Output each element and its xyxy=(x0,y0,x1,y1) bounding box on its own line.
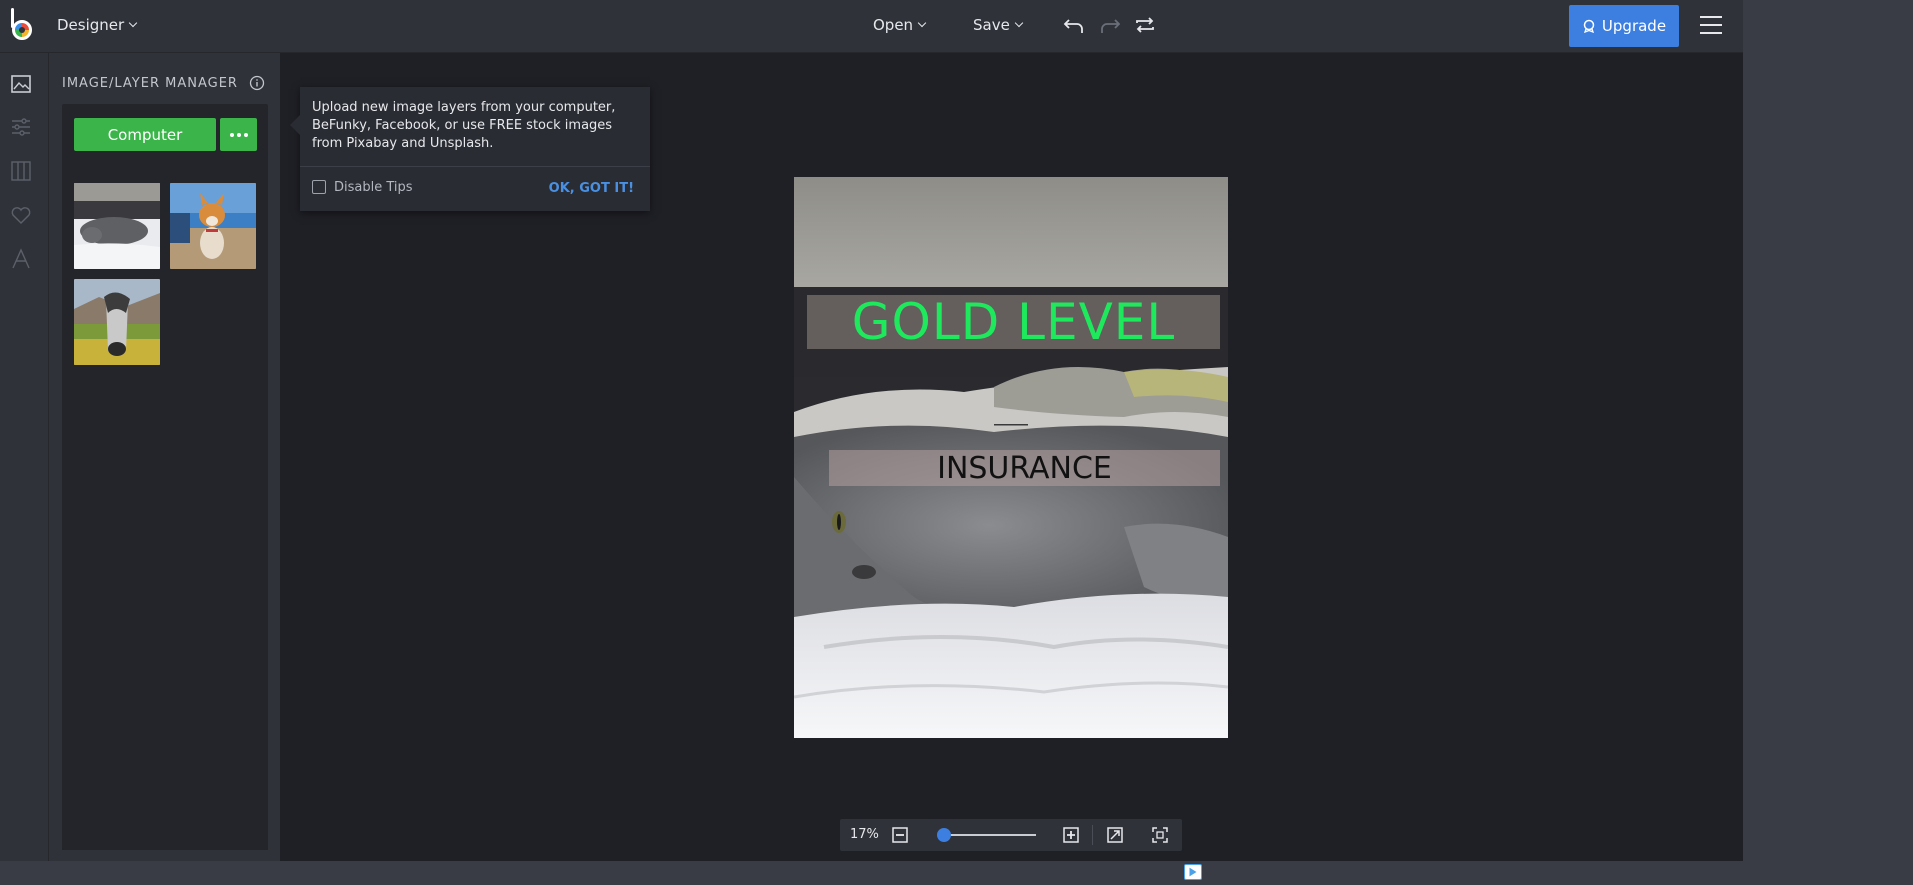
zoom-percent: 17% xyxy=(850,827,879,842)
fit-screen-icon[interactable] xyxy=(1151,826,1169,844)
sliders-icon[interactable] xyxy=(10,116,32,138)
image-icon[interactable] xyxy=(10,73,32,95)
panel-title: IMAGE/LAYER MANAGER xyxy=(62,76,238,91)
mode-dropdown[interactable]: Designer xyxy=(57,16,138,34)
computer-button-label: Computer xyxy=(107,125,183,144)
bottom-ad-bar xyxy=(0,861,1913,885)
zoom-slider-handle[interactable] xyxy=(937,828,951,842)
badge-icon xyxy=(1583,19,1595,33)
headline-text[interactable]: GOLD LEVEL xyxy=(807,293,1220,351)
tip-popover: Upload new image layers from your comput… xyxy=(290,87,650,211)
fit-actual-size-icon[interactable] xyxy=(1106,826,1124,844)
disable-tips-label[interactable]: Disable Tips xyxy=(334,180,413,195)
computer-upload-button[interactable]: Computer xyxy=(74,118,216,151)
zoom-controls: 17% xyxy=(840,819,1182,851)
disable-tips-checkbox[interactable] xyxy=(312,180,326,194)
thumbnail-horse[interactable] xyxy=(74,279,160,365)
swap-icon[interactable] xyxy=(1134,14,1156,36)
zoom-in-icon[interactable] xyxy=(1062,826,1080,844)
image-layer-manager-panel: IMAGE/LAYER MANAGER Computer xyxy=(49,53,280,861)
upgrade-button[interactable]: Upgrade xyxy=(1569,5,1679,47)
open-label: Open xyxy=(873,16,914,34)
heart-icon[interactable] xyxy=(10,204,32,226)
subheadline-text[interactable]: INSURANCE xyxy=(829,450,1220,486)
save-label: Save xyxy=(973,16,1010,34)
tool-rail xyxy=(0,53,49,861)
upgrade-label: Upgrade xyxy=(1601,17,1667,35)
hamburger-menu-icon[interactable] xyxy=(1700,16,1722,34)
chevron-down-icon xyxy=(1014,18,1024,28)
zoom-slider-track[interactable] xyxy=(944,834,1036,836)
zoom-out-icon[interactable] xyxy=(891,826,909,844)
design-document[interactable]: GOLD LEVEL INSURANCE xyxy=(794,177,1228,738)
befunky-logo-icon[interactable] xyxy=(8,8,34,42)
thumbnail-cat[interactable] xyxy=(74,183,160,269)
chevron-down-icon xyxy=(128,18,138,28)
divider xyxy=(300,166,650,167)
top-toolbar: Designer Open Save Upgrade xyxy=(0,0,1743,53)
layer-thumbnail-grid xyxy=(62,175,268,850)
save-menu-button[interactable]: Save xyxy=(973,16,1024,34)
undo-icon[interactable] xyxy=(1063,14,1085,36)
columns-icon[interactable] xyxy=(10,160,32,182)
info-icon[interactable] xyxy=(249,75,265,91)
more-sources-button[interactable] xyxy=(220,118,257,151)
divider xyxy=(1092,825,1093,845)
ad-choices-icon[interactable] xyxy=(1184,864,1202,880)
redo-icon[interactable] xyxy=(1099,14,1121,36)
text-icon[interactable] xyxy=(10,248,32,270)
open-menu-button[interactable]: Open xyxy=(873,16,927,34)
chevron-down-icon xyxy=(917,18,927,28)
right-side-strip xyxy=(1743,0,1913,861)
tip-text: Upload new image layers from your comput… xyxy=(312,100,616,151)
ok-got-it-button[interactable]: OK, GOT IT! xyxy=(549,181,634,196)
mode-label: Designer xyxy=(57,16,125,34)
thumbnail-dog[interactable] xyxy=(170,183,256,269)
